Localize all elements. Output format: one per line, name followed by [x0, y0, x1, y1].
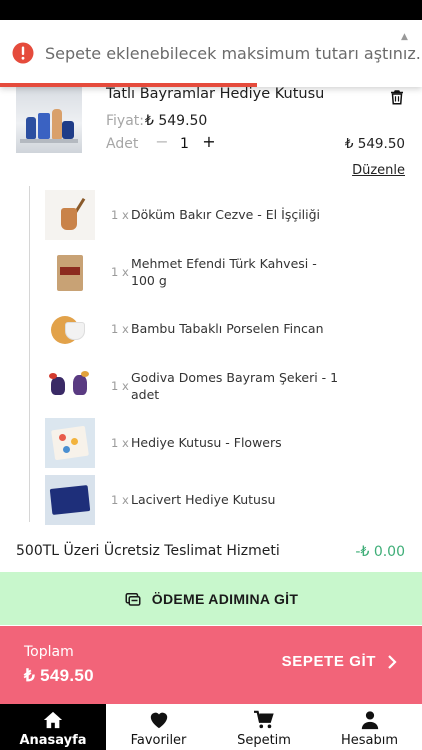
nav-label-favorites: Favoriler [130, 733, 187, 748]
nav-label-account: Hesabım [340, 733, 399, 748]
bundle-item: 1 x Hediye Kutusu - Flowers [45, 414, 375, 471]
home-icon [43, 711, 63, 729]
bundle-item-qty: 1 x [111, 492, 129, 507]
toast-dismiss-icon[interactable]: ▲ [401, 32, 408, 42]
nav-item-account[interactable]: Hesabım [317, 704, 422, 750]
chevron-right-icon [388, 654, 397, 669]
toast-message: Sepete eklenebilecek maksimum tutarı aşt… [45, 44, 421, 63]
bundle-item-name: Godiva Domes Bayram Şekeri - 1 adet [131, 369, 339, 402]
free-delivery-value: -₺ 0.00 [355, 544, 405, 560]
bundle-item-qty: 1 x [111, 378, 129, 393]
heart-icon [150, 712, 167, 729]
nav-item-cart[interactable]: Sepetim [211, 704, 317, 750]
bundle-divider-line [29, 186, 30, 522]
payment-icon [125, 592, 141, 606]
status-bar [0, 0, 422, 20]
totals-bar: Toplam ₺ 549.50 SEPETE GİT [0, 626, 422, 704]
cart-icon [254, 710, 274, 729]
bundle-list: 1 x Döküm Bakır Cezve - El İşçiliği 1 x … [45, 186, 375, 528]
bundle-item-qty: 1 x [111, 435, 129, 450]
bundle-item: 1 x Döküm Bakır Cezve - El İşçiliği [45, 186, 375, 243]
cup-image [45, 303, 95, 354]
nav-item-favorites[interactable]: Favoriler [106, 704, 211, 750]
total-value: ₺ 549.50 [24, 666, 94, 685]
edit-link[interactable]: Düzenle [352, 163, 405, 178]
bundle-item-name: Hediye Kutusu - Flowers [131, 435, 282, 450]
checkout-step-label: ÖDEME ADIMINA GİT [151, 590, 299, 607]
quantity-increase-button[interactable]: + [201, 132, 217, 152]
bundle-item-name: Döküm Bakır Cezve - El İşçiliği [131, 207, 321, 222]
checkout-step-button[interactable]: ÖDEME ADIMINA GİT [0, 572, 422, 625]
trash-icon[interactable] [388, 88, 406, 106]
bundle-item: 1 x Godiva Domes Bayram Şekeri - 1 adet [45, 357, 375, 414]
go-to-cart-button[interactable]: SEPETE GİT [282, 653, 398, 670]
price-label: Fiyat: [106, 113, 144, 129]
bottom-navigation: Anasayfa Favoriler Sepetim Hesabım [0, 704, 422, 750]
price-value: ₺ 549.50 [145, 113, 208, 129]
bundle-item-qty: 1 x [111, 321, 129, 336]
toast-progress-bar [0, 83, 258, 87]
nav-label-home: Anasayfa [19, 733, 87, 748]
bundle-item-qty: 1 x [111, 207, 129, 222]
total-label: Toplam [24, 644, 74, 660]
error-icon [12, 42, 34, 64]
bundle-item-name: Bambu Tabaklı Porselen Fincan [131, 321, 324, 336]
chocolate-image [45, 360, 95, 411]
quantity-value: 1 [180, 136, 189, 152]
bundle-item-name: Mehmet Efendi Türk Kahvesi - 100 g [131, 255, 317, 288]
bundle-item-name: Lacivert Hediye Kutusu [131, 492, 276, 507]
nav-item-home[interactable]: Anasayfa [0, 704, 106, 750]
go-to-cart-label: SEPETE GİT [281, 653, 376, 670]
line-total: ₺ 549.50 [344, 136, 405, 152]
flowers-box-image [45, 417, 95, 468]
cezve-image [45, 189, 95, 240]
product-image[interactable] [16, 87, 82, 153]
bundle-item: 1 x Mehmet Efendi Türk Kahvesi - 100 g [45, 243, 375, 300]
product-title[interactable]: Tatlı Bayramlar Hediye Kutusu [106, 86, 324, 102]
coffee-image [45, 246, 95, 297]
quantity-label: Adet [106, 136, 139, 152]
nav-label-cart: Sepetim [237, 733, 291, 748]
bundle-item: 1 x Lacivert Hediye Kutusu [45, 471, 375, 528]
bundle-item: 1 x Bambu Tabaklı Porselen Fincan [45, 300, 375, 357]
free-delivery-label: 500TL Üzeri Ücretsiz Teslimat Hizmeti [16, 543, 280, 559]
bundle-item-qty: 1 x [111, 264, 129, 279]
account-icon [361, 711, 378, 730]
navy-box-image [45, 474, 95, 525]
error-toast: Sepete eklenebilecek maksimum tutarı aşt… [0, 20, 422, 87]
quantity-decrease-button[interactable]: − [154, 132, 170, 152]
